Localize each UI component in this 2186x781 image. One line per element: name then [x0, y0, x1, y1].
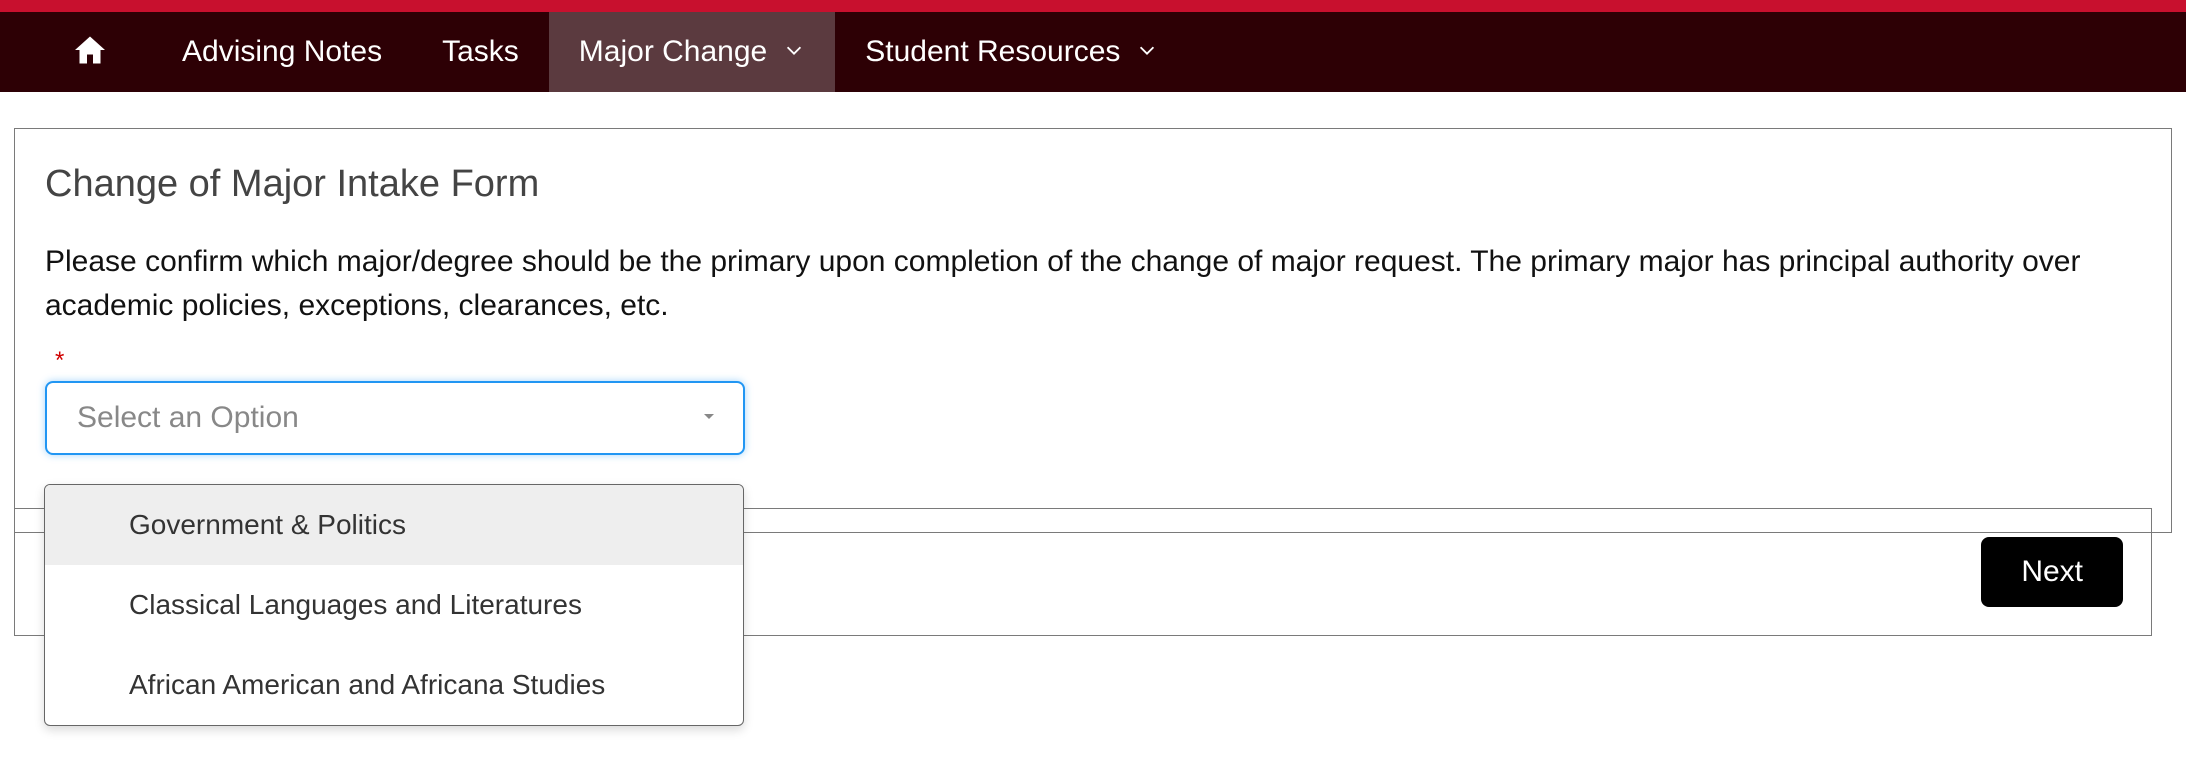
nav-label: Tasks [442, 35, 519, 69]
top-red-bar [0, 0, 2186, 12]
nav-label: Major Change [579, 35, 767, 69]
major-select[interactable]: Select an Option [45, 381, 745, 455]
nav-tasks[interactable]: Tasks [412, 12, 549, 92]
chevron-down-icon [1136, 39, 1158, 65]
main-navbar: Advising Notes Tasks Major Change Studen… [0, 12, 2186, 92]
nav-major-change[interactable]: Major Change [549, 12, 835, 92]
major-select-dropdown: Government & Politics Classical Language… [44, 484, 744, 726]
nav-advising-notes[interactable]: Advising Notes [152, 12, 412, 92]
form-description: Please confirm which major/degree should… [45, 240, 2141, 327]
next-button[interactable]: Next [1981, 537, 2123, 607]
nav-label: Advising Notes [182, 35, 382, 69]
required-asterisk: * [55, 347, 2141, 375]
dropdown-option[interactable]: Government & Politics [45, 485, 743, 565]
home-icon [72, 32, 108, 73]
form-card: Change of Major Intake Form Please confi… [14, 128, 2172, 533]
chevron-down-icon [783, 39, 805, 65]
select-placeholder: Select an Option [77, 401, 299, 435]
caret-down-icon [697, 404, 721, 433]
form-title: Change of Major Intake Form [45, 163, 2141, 206]
nav-home[interactable] [68, 32, 112, 73]
nav-student-resources[interactable]: Student Resources [835, 12, 1188, 92]
nav-label: Student Resources [865, 35, 1120, 69]
dropdown-option[interactable]: Classical Languages and Literatures [45, 565, 743, 645]
dropdown-option[interactable]: African American and Africana Studies [45, 645, 743, 725]
